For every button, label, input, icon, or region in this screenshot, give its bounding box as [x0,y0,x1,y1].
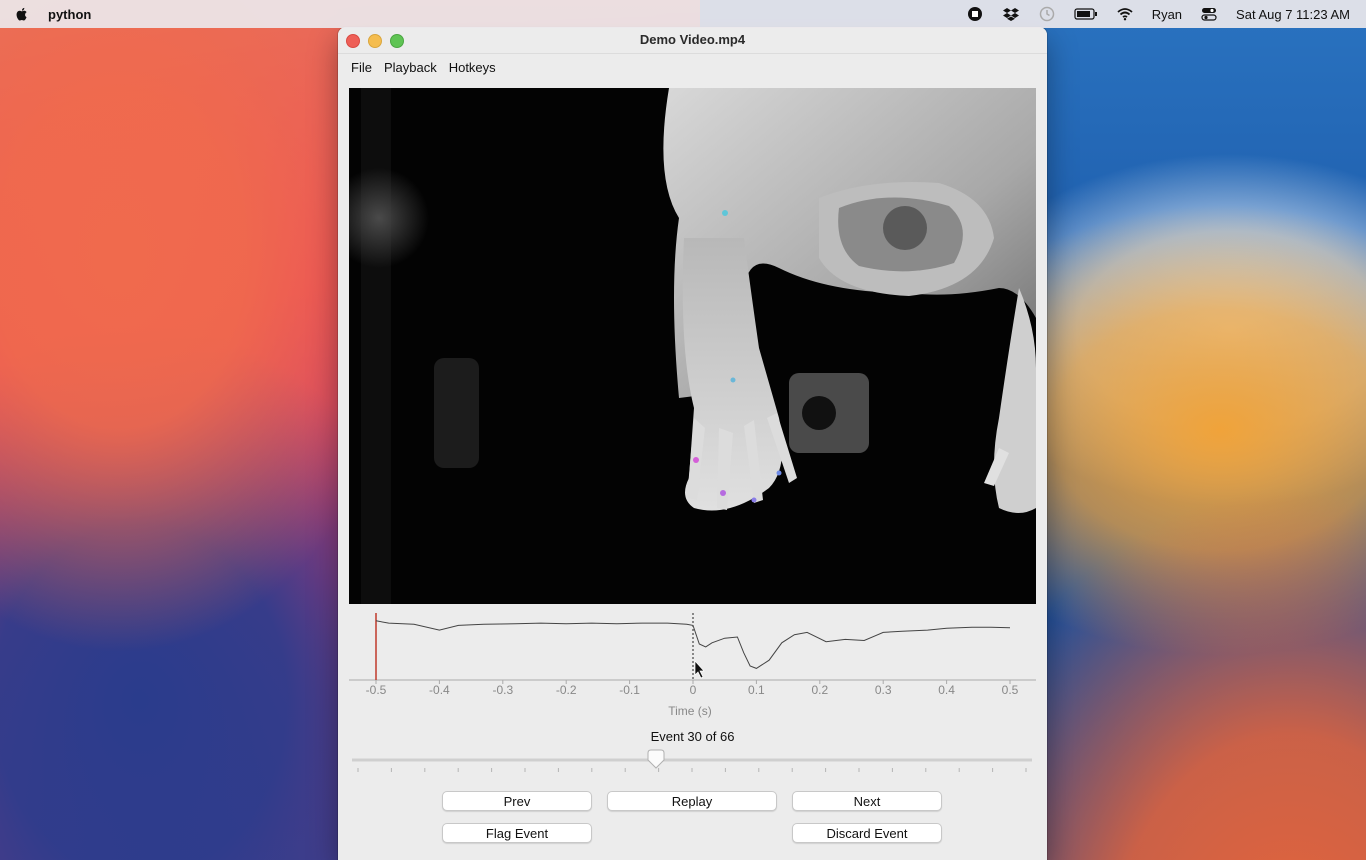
minimize-window-button[interactable] [368,34,382,48]
video-image [349,88,1036,604]
x-tick-label: -0.1 [619,683,640,697]
close-window-button[interactable] [346,34,360,48]
video-window: Demo Video.mp4 File Playback Hotkeys -0.… [338,27,1047,860]
zoom-window-button[interactable] [390,34,404,48]
mouse-cursor-icon [694,660,705,679]
menu-hotkeys[interactable]: Hotkeys [449,60,496,75]
replay-button[interactable]: Replay [607,791,777,811]
x-axis-ticks: -0.5 -0.4 -0.3 -0.2 -0.1 0 0.1 0.2 0.3 0.4 0.5 [366,680,1019,697]
slider-knob[interactable] [647,749,665,769]
x-tick-label: -0.2 [556,683,577,697]
flag-event-button[interactable]: Flag Event [442,823,592,843]
menubar-clock[interactable]: Sat Aug 7 11:23 AM [1236,7,1350,22]
control-center-icon[interactable] [1200,6,1218,22]
apple-icon[interactable] [14,6,30,22]
window-title: Demo Video.mp4 [639,32,746,47]
x-axis-label: Time (s) [668,704,712,718]
record-icon[interactable] [966,6,984,22]
system-menu-bar: python Ryan Sat Aug 7 11:23 AM [0,0,1366,28]
menu-file[interactable]: File [351,60,372,75]
clock-icon[interactable] [1038,6,1056,22]
x-tick-label: 0.1 [748,683,765,697]
video-frame[interactable] [349,88,1036,604]
x-tick-label: 0.3 [875,683,892,697]
slider-ticks [357,768,1027,772]
x-tick-label: -0.5 [366,683,387,697]
app-menu-name[interactable]: python [48,7,91,22]
trace-plot[interactable]: -0.5 -0.4 -0.3 -0.2 -0.1 0 0.1 0.2 0.3 0.4 0.5 Tim… [338,609,1047,721]
x-tick-label: -0.3 [492,683,513,697]
user-name[interactable]: Ryan [1152,7,1182,22]
x-tick-label: 0.4 [938,683,955,697]
dropbox-icon[interactable] [1002,6,1020,22]
x-tick-label: 0.2 [811,683,828,697]
event-slider[interactable] [352,749,1032,779]
x-tick-label: 0 [690,683,697,697]
window-titlebar[interactable]: Demo Video.mp4 [338,27,1047,53]
app-menu: File Playback Hotkeys [338,53,1047,80]
discard-event-button[interactable]: Discard Event [792,823,942,843]
prev-button[interactable]: Prev [442,791,592,811]
battery-icon[interactable] [1074,6,1098,22]
menu-playback[interactable]: Playback [384,60,437,75]
event-counter: Event 30 of 66 [650,729,735,744]
next-button[interactable]: Next [792,791,942,811]
wifi-icon[interactable] [1116,6,1134,22]
x-tick-label: 0.5 [1002,683,1019,697]
x-tick-label: -0.4 [429,683,450,697]
